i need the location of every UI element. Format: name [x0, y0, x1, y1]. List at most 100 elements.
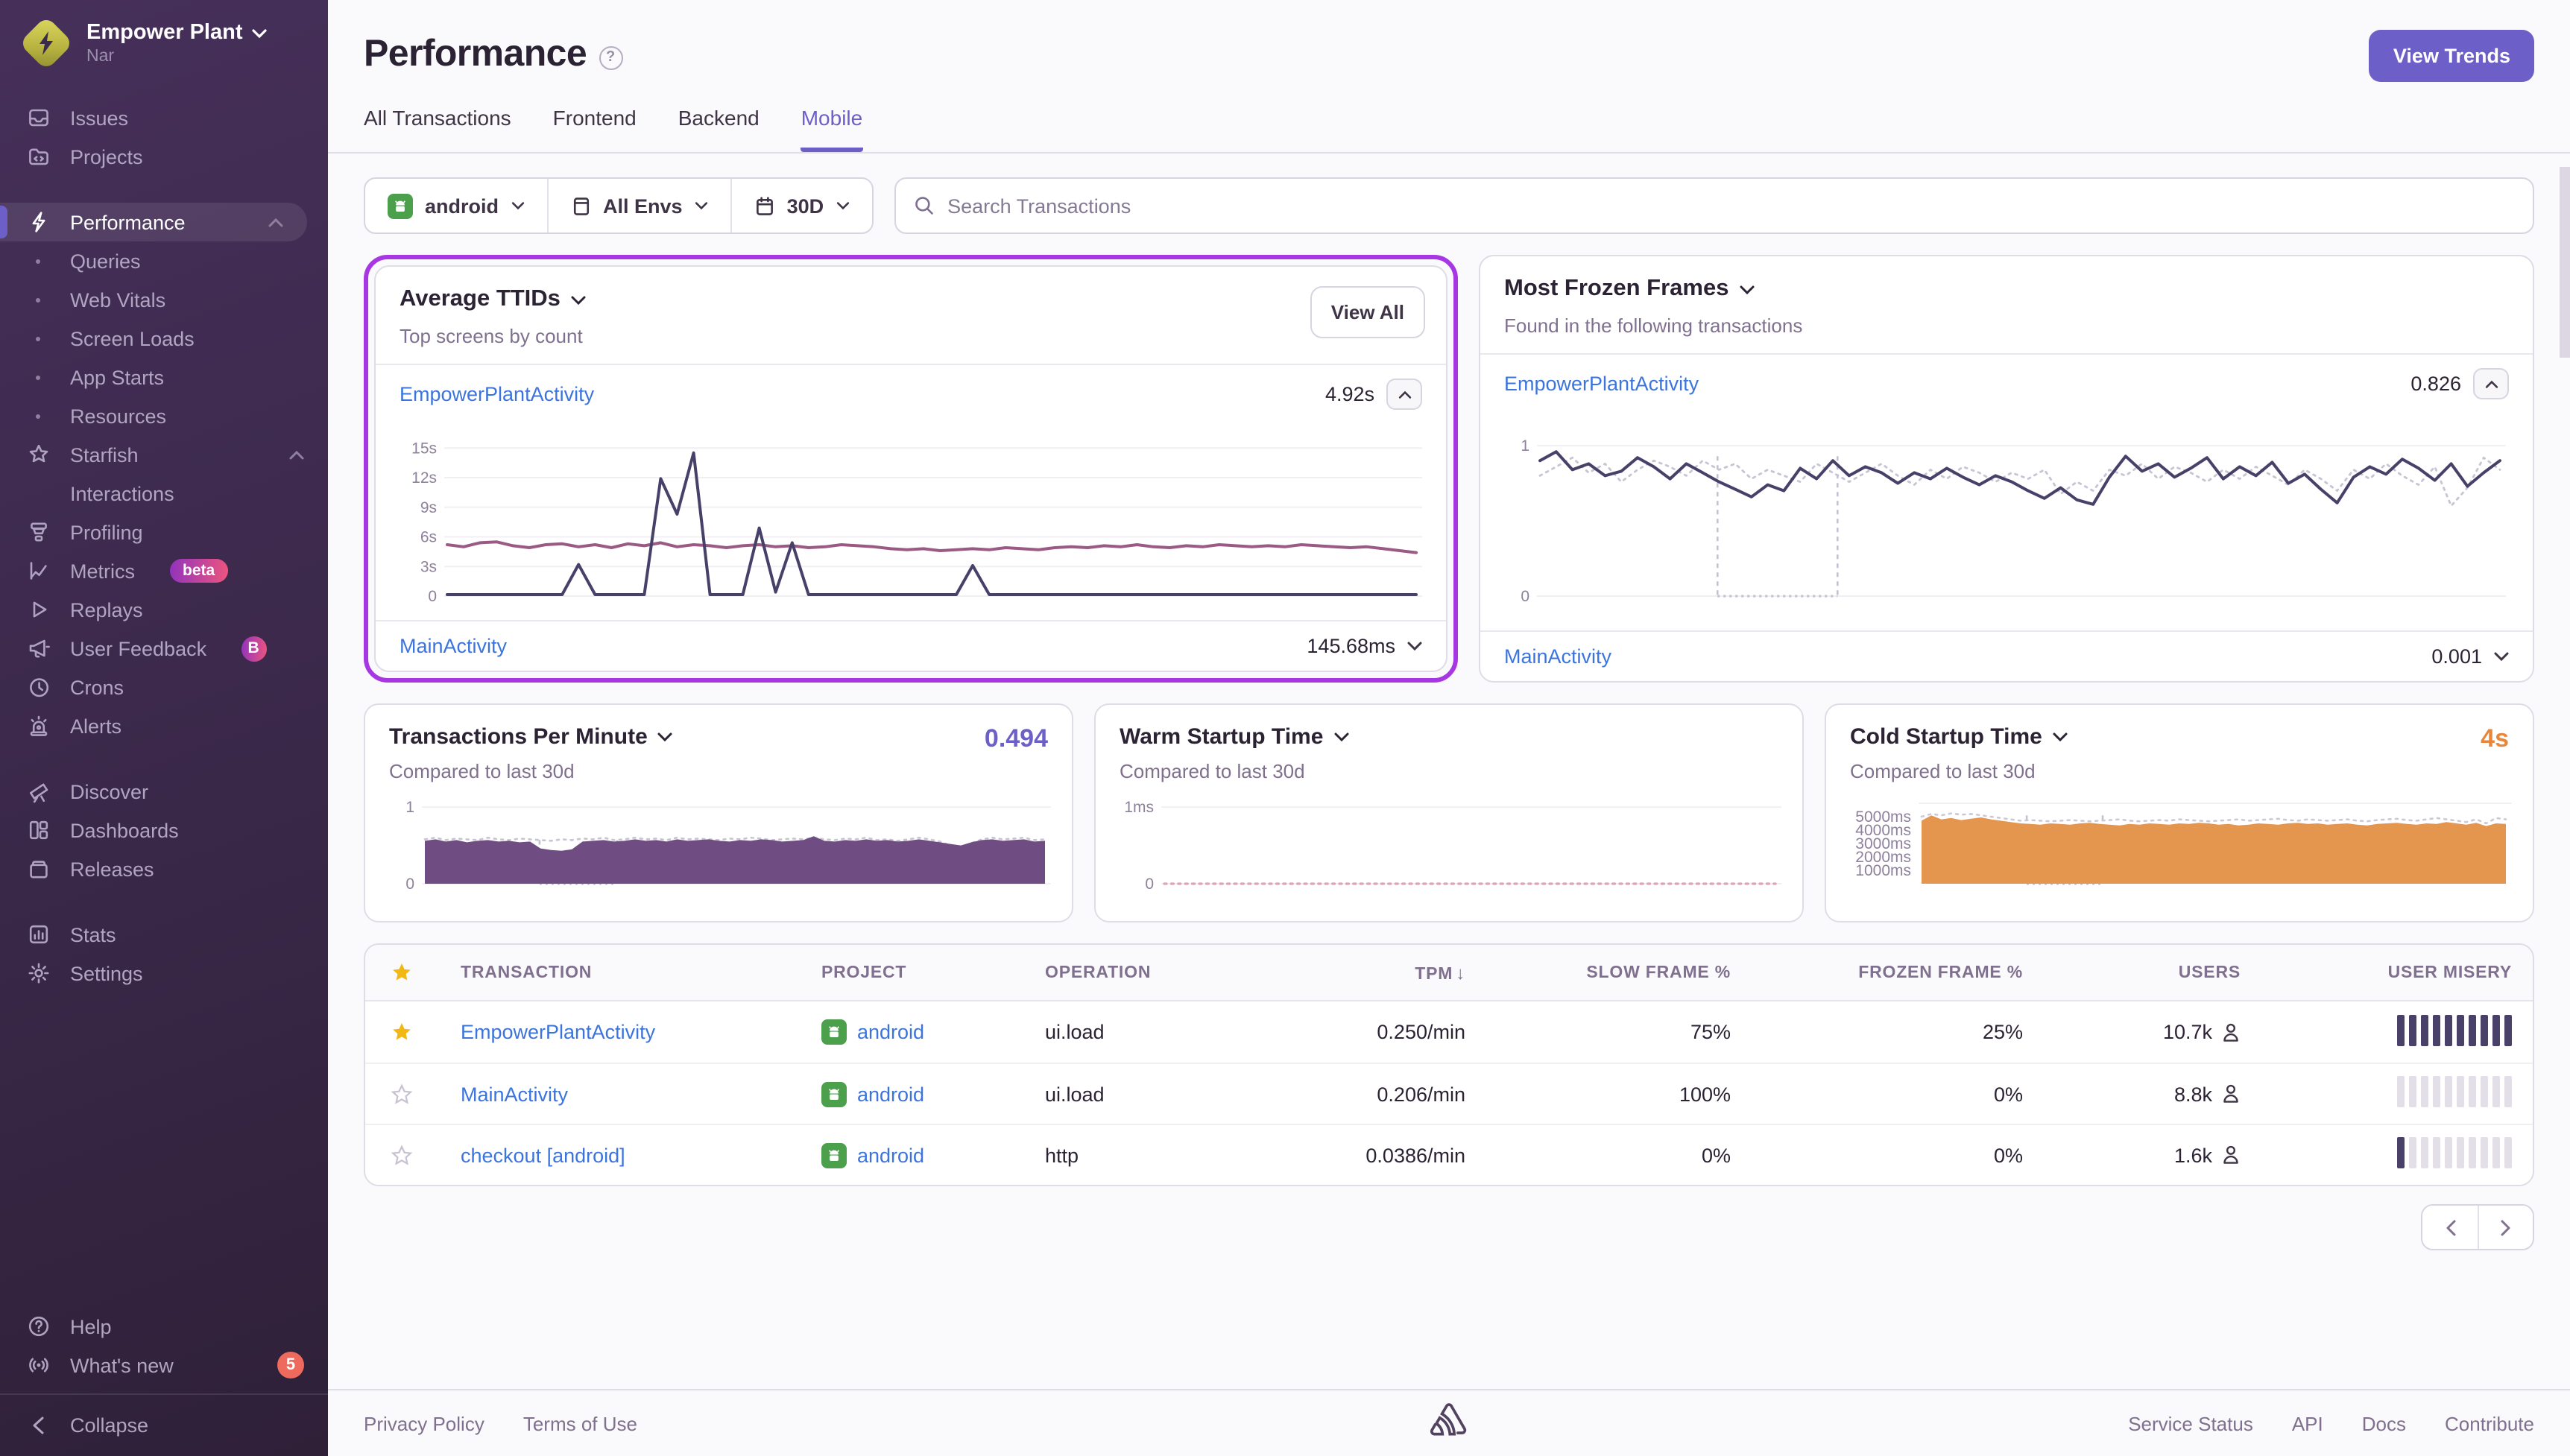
- sidebar-item-alerts[interactable]: Alerts: [0, 706, 328, 745]
- chevron-down-icon[interactable]: [1407, 641, 1422, 651]
- tpm-cell: 0.0386/min: [1365, 1144, 1465, 1166]
- sidebar-item-dashboards[interactable]: Dashboards: [0, 811, 328, 849]
- chevron-down-icon[interactable]: [2494, 651, 2509, 662]
- sidebar-item-metrics[interactable]: Metrics beta: [0, 551, 328, 590]
- sidebar-item-screen-loads[interactable]: Screen Loads: [0, 319, 328, 358]
- star-filled-icon[interactable]: [365, 1021, 437, 1043]
- view-all-button[interactable]: View All: [1310, 286, 1425, 338]
- help-icon[interactable]: ?: [599, 45, 623, 69]
- footer-link-terms-of-use[interactable]: Terms of Use: [523, 1412, 637, 1434]
- frozen-value: 0.001: [2431, 645, 2482, 668]
- sidebar-item-resources[interactable]: Resources: [0, 396, 328, 435]
- sidebar-item-starfish[interactable]: Starfish: [0, 435, 328, 474]
- sidebar-item-what-s-new[interactable]: What's new 5: [0, 1346, 328, 1384]
- footer-link-service-status[interactable]: Service Status: [2128, 1412, 2253, 1434]
- sidebar-item-stats[interactable]: Stats: [0, 915, 328, 954]
- profiling-icon: [25, 520, 51, 544]
- column-header-transaction[interactable]: TRANSACTION: [437, 963, 798, 981]
- svg-text:15s: 15s: [411, 440, 437, 457]
- star-column-header[interactable]: [365, 961, 437, 984]
- transaction-link[interactable]: MainActivity: [461, 1083, 568, 1105]
- sidebar-item-app-starts[interactable]: App Starts: [0, 358, 328, 396]
- star-outline-icon[interactable]: [365, 1144, 437, 1166]
- next-page-button[interactable]: [2478, 1206, 2533, 1249]
- sidebar-item-crons[interactable]: Crons: [0, 668, 328, 706]
- footer-link-docs[interactable]: Docs: [2362, 1412, 2406, 1434]
- sidebar-item-label: Interactions: [70, 482, 174, 504]
- search-input[interactable]: [947, 194, 2515, 217]
- transaction-link[interactable]: checkout [android]: [461, 1144, 625, 1166]
- operation-cell: http: [1045, 1144, 1079, 1166]
- average-ttids-card: Average TTIDs Top screens by count View …: [374, 265, 1447, 672]
- sidebar-item-interactions[interactable]: Interactions: [0, 474, 328, 513]
- sidebar-item-help[interactable]: Help: [0, 1307, 328, 1346]
- search-icon: [915, 197, 932, 215]
- sidebar-item-profiling[interactable]: Profiling: [0, 513, 328, 551]
- chevron-up-icon: [268, 217, 283, 227]
- starfish-icon: [25, 443, 51, 466]
- sidebar-item-label: Web Vitals: [70, 288, 166, 311]
- scrollbar[interactable]: [2560, 167, 2570, 358]
- org-switcher[interactable]: Empower Plant Nar: [0, 0, 328, 83]
- tab-all-transactions[interactable]: All Transactions: [364, 106, 511, 152]
- average-ttids-title[interactable]: Average TTIDs: [400, 286, 1422, 313]
- column-header-project[interactable]: PROJECT: [798, 963, 1021, 981]
- sidebar-item-discover[interactable]: Discover: [0, 772, 328, 811]
- cold-startup-title[interactable]: Cold Startup Time: [1850, 724, 2509, 750]
- star-outline-icon[interactable]: [365, 1083, 437, 1105]
- transaction-link[interactable]: MainActivity: [1504, 645, 1611, 668]
- help-icon: [25, 1314, 51, 1338]
- date-range-filter[interactable]: 30D: [730, 179, 872, 232]
- tab-backend[interactable]: Backend: [678, 106, 760, 152]
- project-link[interactable]: android: [857, 1144, 924, 1166]
- android-icon: [388, 193, 413, 218]
- sidebar-item-user-feedback[interactable]: User Feedback B: [0, 629, 328, 668]
- chevron-down-icon: [836, 202, 849, 210]
- column-header-users[interactable]: USERS: [2047, 963, 2264, 981]
- warm-startup-title[interactable]: Warm Startup Time: [1120, 724, 1778, 750]
- footer-link-privacy-policy[interactable]: Privacy Policy: [364, 1412, 484, 1434]
- sidebar-item-web-vitals[interactable]: Web Vitals: [0, 280, 328, 319]
- column-header-user-misery[interactable]: USER MISERY: [2264, 963, 2533, 981]
- transaction-link[interactable]: EmpowerPlantActivity: [1504, 373, 1699, 395]
- releases-icon: [25, 857, 51, 881]
- average-ttids-subtitle: Top screens by count: [400, 325, 583, 347]
- footer-link-api[interactable]: API: [2292, 1412, 2323, 1434]
- transaction-link[interactable]: MainActivity: [400, 635, 507, 657]
- column-header-operation[interactable]: OPERATION: [1021, 963, 1269, 981]
- sidebar-collapse[interactable]: Collapse: [0, 1393, 328, 1456]
- environment-filter[interactable]: All Envs: [546, 179, 730, 232]
- view-trends-button[interactable]: View Trends: [2369, 30, 2534, 82]
- column-header-frozen-frame[interactable]: FROZEN FRAME %: [1755, 963, 2047, 981]
- sidebar-item-releases[interactable]: Releases: [0, 849, 328, 888]
- sidebar-item-label: Stats: [70, 923, 116, 946]
- column-header-tpm[interactable]: TPM ↓: [1269, 962, 1489, 983]
- tpm-title[interactable]: Transactions Per Minute: [389, 724, 1048, 750]
- project-link[interactable]: android: [857, 1083, 924, 1105]
- column-header-slow-frame[interactable]: SLOW FRAME %: [1489, 963, 1755, 981]
- sidebar-item-performance[interactable]: Performance: [0, 203, 307, 241]
- sidebar-item-queries[interactable]: Queries: [0, 241, 328, 280]
- transaction-link[interactable]: EmpowerPlantActivity: [461, 1021, 655, 1043]
- sidebar-item-label: Issues: [70, 107, 129, 129]
- warm-startup-chart: 0 1ms: [1096, 782, 1802, 921]
- sidebar-item-replays[interactable]: Replays: [0, 590, 328, 629]
- project-filter[interactable]: android: [365, 179, 546, 232]
- tab-mobile[interactable]: Mobile: [801, 106, 863, 152]
- sidebar-item-label: Settings: [70, 962, 143, 984]
- footer-link-contribute[interactable]: Contribute: [2445, 1412, 2534, 1434]
- collapse-row-button[interactable]: [2473, 368, 2509, 399]
- sort-arrow-icon: ↓: [1456, 962, 1465, 983]
- most-frozen-frames-title[interactable]: Most Frozen Frames: [1504, 276, 2509, 303]
- prev-page-button[interactable]: [2422, 1206, 2478, 1249]
- project-link[interactable]: android: [857, 1021, 924, 1043]
- transaction-link[interactable]: EmpowerPlantActivity: [400, 383, 594, 405]
- tab-frontend[interactable]: Frontend: [553, 106, 637, 152]
- users-cell: 10.7k: [2047, 1021, 2264, 1043]
- sidebar-item-issues[interactable]: Issues: [0, 98, 328, 137]
- sidebar-item-projects[interactable]: Projects: [0, 137, 328, 176]
- chevron-down-icon: [571, 295, 586, 305]
- collapse-row-button[interactable]: [1386, 379, 1422, 410]
- user-misery-cell: [2264, 1076, 2533, 1112]
- sidebar-item-settings[interactable]: Settings: [0, 954, 328, 993]
